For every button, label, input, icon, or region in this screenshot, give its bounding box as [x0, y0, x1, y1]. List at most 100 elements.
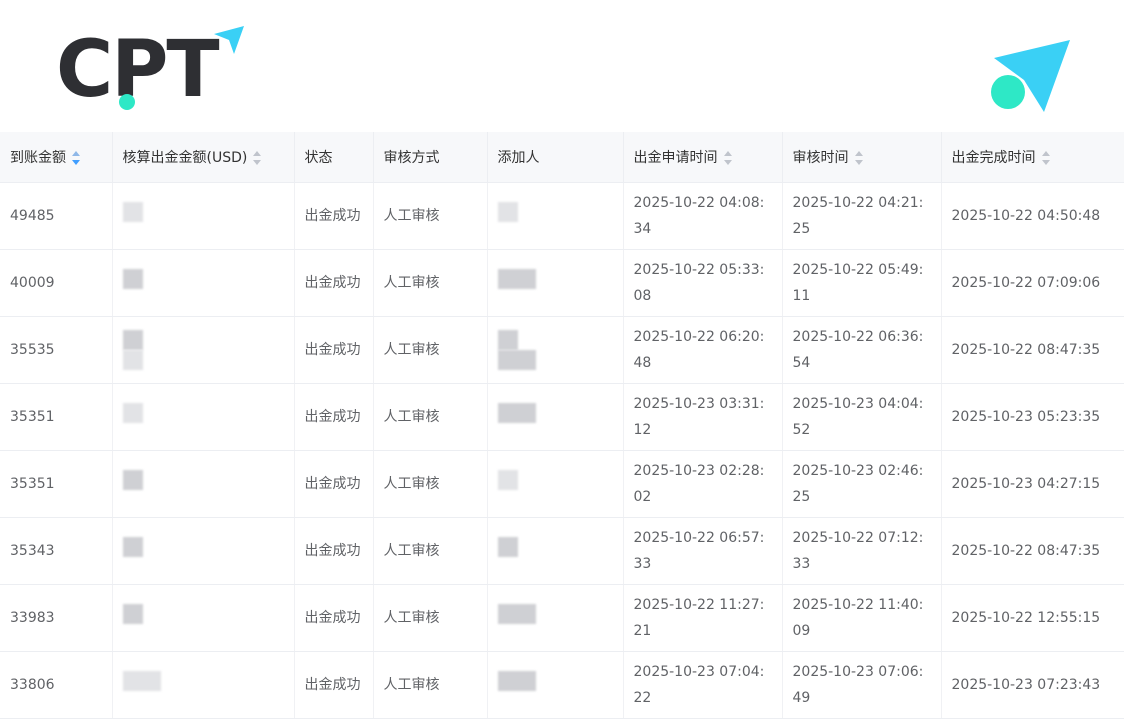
- cell-arrived-amount: 35351: [0, 450, 113, 518]
- cell-review-time: 2025-10-22 05:49:11: [782, 249, 942, 317]
- cell-usd-amount: [112, 450, 295, 518]
- table-row[interactable]: 40009 出金成功 人工审核 2025-10-22 05:33:08 2025-10-…: [0, 249, 1124, 317]
- col-header-apply-time[interactable]: 出金申请时间: [623, 132, 783, 183]
- table-row[interactable]: 33983 出金成功 人工审核 2025-10-22 11:27:21 2025-10-…: [0, 584, 1124, 652]
- cell-added-by: [487, 651, 624, 719]
- logo-arrow-icon: [214, 26, 244, 54]
- redacted-user: [497, 536, 518, 557]
- cell-status: 出金成功: [294, 450, 374, 518]
- redacted-value: [122, 469, 143, 490]
- header-bar: CPT: [0, 0, 1124, 132]
- cell-done-time: 2025-10-22 04:50:48: [941, 182, 1124, 250]
- redacted-value: [122, 268, 143, 289]
- table-row[interactable]: 35343 出金成功 人工审核 2025-10-22 06:57:33 2025-10-…: [0, 517, 1124, 585]
- cell-added-by: [487, 182, 624, 250]
- logo-dot: [119, 94, 135, 110]
- cell-apply-time: 2025-10-23 03:31:12: [623, 383, 783, 451]
- col-header-added-by: 添加人: [487, 132, 624, 183]
- cell-status: 出金成功: [294, 316, 374, 384]
- cell-apply-time: 2025-10-22 11:27:21: [623, 584, 783, 652]
- cell-done-time: 2025-10-22 12:55:15: [941, 584, 1124, 652]
- cell-usd-amount: [112, 651, 295, 719]
- redacted-user: [497, 603, 536, 624]
- redacted-user: [497, 670, 536, 691]
- cell-added-by: [487, 383, 624, 451]
- col-header-status: 状态: [294, 132, 374, 183]
- cell-apply-time: 2025-10-23 02:28:02: [623, 450, 783, 518]
- cell-review-time: 2025-10-23 07:06:49: [782, 651, 942, 719]
- cell-usd-amount: [112, 584, 295, 652]
- cell-done-time: 2025-10-23 07:23:43: [941, 651, 1124, 719]
- col-header-usd-amount[interactable]: 核算出金金额(USD): [112, 132, 295, 183]
- cell-arrived-amount: 40009: [0, 249, 113, 317]
- cell-review-method: 人工审核: [373, 651, 488, 719]
- cell-review-method: 人工审核: [373, 517, 488, 585]
- redacted-user: [497, 469, 518, 490]
- cell-apply-time: 2025-10-23 07:04:22: [623, 651, 783, 719]
- sort-icon[interactable]: [72, 151, 80, 165]
- cell-review-method: 人工审核: [373, 316, 488, 384]
- cell-status: 出金成功: [294, 249, 374, 317]
- sort-icon[interactable]: [723, 151, 732, 165]
- cell-review-time: 2025-10-22 07:12:33: [782, 517, 942, 585]
- cell-usd-amount: [112, 316, 295, 384]
- sort-icon[interactable]: [1041, 151, 1050, 165]
- redacted-user: [497, 268, 536, 289]
- redacted-user: [497, 350, 536, 370]
- cell-review-time: 2025-10-22 06:36:54: [782, 316, 942, 384]
- table-header-row: 到账金额 核算出金金额(USD) 状态 审核方式 添加人 出金申请时间 审核时间…: [0, 132, 1124, 183]
- cell-arrived-amount: 35535: [0, 316, 113, 384]
- redacted-value: [122, 402, 143, 423]
- brand-arrow-icon: [991, 40, 1070, 112]
- withdrawal-table: 到账金额 核算出金金额(USD) 状态 审核方式 添加人 出金申请时间 审核时间…: [0, 132, 1124, 720]
- sort-icon[interactable]: [253, 151, 262, 165]
- table-row[interactable]: 35535 出金成功 人工审核 2025-10-22 06:20:48 2025-10-…: [0, 316, 1124, 384]
- cell-arrived-amount: 33983: [0, 584, 113, 652]
- cell-apply-time: 2025-10-22 06:57:33: [623, 517, 783, 585]
- col-header-review-time[interactable]: 审核时间: [782, 132, 942, 183]
- cell-review-method: 人工审核: [373, 450, 488, 518]
- redacted-value: [122, 603, 143, 624]
- cell-usd-amount: [112, 383, 295, 451]
- table-row[interactable]: 35351 出金成功 人工审核 2025-10-23 03:31:12 2025-10-…: [0, 383, 1124, 451]
- cell-status: 出金成功: [294, 383, 374, 451]
- cell-done-time: 2025-10-22 08:47:35: [941, 316, 1124, 384]
- col-header-arrived-amount[interactable]: 到账金额: [0, 132, 113, 183]
- cell-status: 出金成功: [294, 182, 374, 250]
- cell-apply-time: 2025-10-22 06:20:48: [623, 316, 783, 384]
- cell-review-time: 2025-10-22 11:40:09: [782, 584, 942, 652]
- cell-review-method: 人工审核: [373, 383, 488, 451]
- table-row[interactable]: 49485 出金成功 人工审核 2025-10-22 04:08:34 2025-10-…: [0, 182, 1124, 250]
- cpt-logo: CPT: [56, 25, 220, 115]
- redacted-value: [122, 536, 143, 557]
- sort-icon[interactable]: [854, 151, 863, 165]
- cell-done-time: 2025-10-23 04:27:15: [941, 450, 1124, 518]
- cell-arrived-amount: 35351: [0, 383, 113, 451]
- cell-review-method: 人工审核: [373, 249, 488, 317]
- cell-arrived-amount: 49485: [0, 182, 113, 250]
- cell-done-time: 2025-10-22 07:09:06: [941, 249, 1124, 317]
- table-row[interactable]: 35351 出金成功 人工审核 2025-10-23 02:28:02 2025-10-…: [0, 450, 1124, 518]
- cell-review-time: 2025-10-22 04:21:25: [782, 182, 942, 250]
- cell-usd-amount: [112, 517, 295, 585]
- cell-added-by: [487, 517, 624, 585]
- cell-apply-time: 2025-10-22 04:08:34: [623, 182, 783, 250]
- cell-status: 出金成功: [294, 651, 374, 719]
- redacted-value: [122, 330, 143, 350]
- cell-usd-amount: [112, 182, 295, 250]
- redacted-user: [497, 201, 518, 222]
- col-header-done-time[interactable]: 出金完成时间: [941, 132, 1124, 183]
- redacted-value: [122, 670, 161, 691]
- redacted-value: [122, 350, 143, 370]
- table-row[interactable]: 33806 出金成功 人工审核 2025-10-23 07:04:22 2025-10-…: [0, 651, 1124, 719]
- redacted-value: [122, 201, 143, 222]
- redacted-user: [497, 402, 536, 423]
- cell-review-time: 2025-10-23 04:04:52: [782, 383, 942, 451]
- cell-added-by: [487, 450, 624, 518]
- cell-status: 出金成功: [294, 517, 374, 585]
- cell-done-time: 2025-10-22 08:47:35: [941, 517, 1124, 585]
- cell-apply-time: 2025-10-22 05:33:08: [623, 249, 783, 317]
- cell-arrived-amount: 33806: [0, 651, 113, 719]
- redacted-user: [497, 330, 518, 350]
- cell-review-time: 2025-10-23 02:46:25: [782, 450, 942, 518]
